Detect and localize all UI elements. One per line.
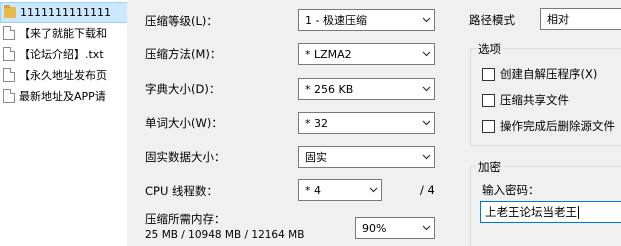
sfx-option[interactable]: 创建自解压程序(X) [482,66,597,82]
chevron-down-icon [418,44,434,64]
word-size-label: 单词大小(W)： [145,116,223,130]
shared-files-option-label: 压缩共享文件 [500,93,569,107]
path-mode-label: 路径模式 [469,13,515,27]
solid-block-size-select[interactable]: 固实 [298,146,435,168]
file-list-item[interactable]: 【来了就能下载和 [0,22,140,43]
compression-level-label: 压缩等级(L)： [145,14,218,28]
chevron-down-icon [418,147,434,167]
document-icon [3,25,15,40]
chevron-down-icon [418,113,434,133]
path-mode-value: 相对 [547,13,569,26]
dictionary-size-label: 字典大小(D)： [145,82,221,96]
delete-after-option[interactable]: 操作完成后删除源文件 [482,118,615,134]
cpu-threads-total: / 4 [420,183,435,197]
solid-block-size-label: 固实数据大小： [145,150,226,164]
chevron-down-icon [418,10,434,30]
encryption-group-title: 加密 [476,159,503,175]
file-name: 【来了就能下载和 [19,26,107,40]
checkbox[interactable] [482,93,495,107]
compression-dialog: 压缩等级(L)： 压缩方法(M)： 字典大小(D)： 单词大小(W)： 固实数据… [127,0,621,246]
app-window: 1111111111111 【来了就能下载和 【论坛介绍】.txt 【永久地址发… [0,0,621,246]
compression-level-value: 1 - 极速压缩 [305,14,367,27]
text-caret [578,205,579,219]
document-icon [3,88,15,103]
word-size-value: * 32 [305,116,328,130]
file-list: 1111111111111 【来了就能下载和 【论坛介绍】.txt 【永久地址发… [0,0,140,110]
chevron-down-icon [365,180,381,200]
checkbox[interactable] [482,67,495,81]
file-list-item[interactable]: 最新地址及APP请 [0,85,140,106]
compression-level-select[interactable]: 1 - 极速压缩 [298,9,435,31]
dictionary-size-value: * 256 KB [305,82,354,96]
dictionary-size-select[interactable]: * 256 KB [298,78,435,100]
file-name: 1111111111111 [20,6,111,19]
file-list-item[interactable]: 【论坛介绍】.txt [0,43,140,64]
compression-method-label: 压缩方法(M)： [145,47,222,61]
compression-method-value: * LZMA2 [305,47,352,61]
cpu-threads-label: CPU 线程数： [145,184,219,198]
sfx-option-label: 创建自解压程序(X) [500,67,598,81]
memory-percent-value: 90% [362,221,387,235]
word-size-select[interactable]: * 32 [298,112,435,134]
options-group-title: 选项 [476,41,503,57]
document-icon [3,67,15,82]
compression-method-select[interactable]: * LZMA2 [298,43,435,65]
file-name: 【论坛介绍】.txt [19,47,104,61]
file-list-item[interactable]: 1111111111111 [0,2,140,23]
file-name: 最新地址及APP请 [19,89,106,103]
memory-usage-values: 25 MB / 10948 MB / 12164 MB [145,229,305,241]
delete-after-option-label: 操作完成后删除源文件 [500,119,615,133]
chevron-down-icon [418,218,434,238]
cpu-threads-value: * 4 [305,183,321,197]
memory-percent-select[interactable]: 90% [355,217,435,239]
password-value: 上老王论坛当老王 [485,205,577,219]
enter-password-label: 输入密码： [482,183,540,197]
cpu-threads-select[interactable]: * 4 [298,179,382,201]
memory-usage-label: 压缩所需内存： [145,212,226,226]
password-input[interactable]: 上老王论坛当老王 [480,201,621,223]
folder-icon [4,5,16,18]
chevron-down-icon [418,79,434,99]
document-icon [3,46,15,61]
shared-files-option[interactable]: 压缩共享文件 [482,92,569,108]
path-mode-select[interactable]: 相对 [540,8,621,30]
solid-block-size-value: 固实 [305,151,327,164]
checkbox[interactable] [482,119,495,133]
file-name: 【永久地址发布页 [19,68,107,82]
file-list-item[interactable]: 【永久地址发布页 [0,64,140,85]
